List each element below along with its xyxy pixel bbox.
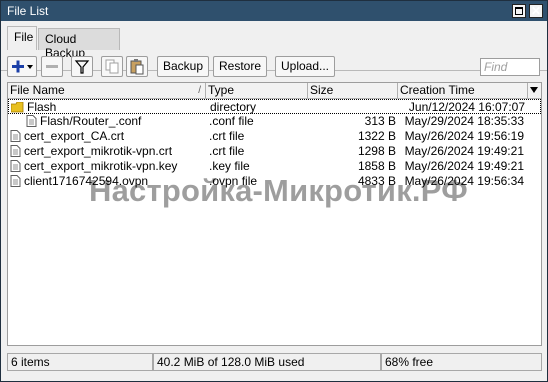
column-header-file-name-label: File Name <box>10 83 65 97</box>
cell-type: directory <box>210 100 257 114</box>
cell-file-name: client1716742594.ovpn <box>10 174 206 189</box>
window-title: File List <box>7 4 49 18</box>
column-header-type[interactable]: Type <box>206 83 308 98</box>
cell-file-name: cert_export_mikrotik-vpn.key <box>10 159 206 174</box>
add-button[interactable] <box>7 56 37 77</box>
title-bar[interactable]: File List ✕ <box>1 1 547 21</box>
tab-file[interactable]: File <box>7 26 37 50</box>
file-icon <box>10 160 21 172</box>
file-name: cert_export_mikrotik-vpn.crt <box>24 144 173 158</box>
tab-bar: File Cloud Backup <box>1 21 547 71</box>
file-name: Flash <box>27 100 57 114</box>
sort-indicator: / <box>198 85 201 96</box>
cell-size: 1298 B <box>357 144 396 158</box>
file-icon <box>26 115 37 127</box>
column-header-file-name[interactable]: File Name / <box>8 83 206 98</box>
table-row[interactable]: client1716742594.ovpn .ovpn file 4833 B … <box>8 174 541 189</box>
cell-type: .conf file <box>209 114 254 128</box>
file-icon <box>10 175 21 187</box>
minus-icon <box>46 65 58 68</box>
paste-icon <box>130 59 144 75</box>
cell-file-name: Flash/Router_.conf <box>10 114 206 129</box>
close-icon: ✕ <box>530 4 542 18</box>
chevron-down-icon <box>530 87 538 93</box>
cell-creation-time: May/26/2024 19:56:34 <box>404 174 524 188</box>
cell-size: 4833 B <box>357 174 396 188</box>
cell-size: 1858 B <box>357 159 396 173</box>
plus-icon <box>12 60 33 73</box>
copy-button[interactable] <box>101 56 123 77</box>
table-row[interactable]: cert_export_CA.crt .crt file 1322 B May/… <box>8 129 541 144</box>
filter-icon <box>74 60 90 74</box>
restore-button[interactable]: Restore <box>213 56 267 77</box>
file-name: cert_export_CA.crt <box>24 129 125 143</box>
cell-size <box>309 100 397 115</box>
file-icon <box>10 130 21 142</box>
cell-file-name: cert_export_CA.crt <box>10 129 206 144</box>
file-name: cert_export_mikrotik-vpn.key <box>24 159 178 173</box>
cell-file-name: cert_export_mikrotik-vpn.crt <box>10 144 206 159</box>
folder-icon <box>11 102 24 113</box>
copy-icon <box>105 59 119 74</box>
file-list-window: File List ✕ File Cloud Backup Backup Res… <box>0 0 548 382</box>
filter-button[interactable] <box>71 56 93 77</box>
status-disk-used: 40.2 MiB of 128.0 MiB used <box>153 353 381 371</box>
cell-file-name: Flash <box>11 100 207 115</box>
remove-button[interactable] <box>41 56 63 77</box>
toolbar: Backup Restore Upload... <box>1 51 547 81</box>
table-row[interactable]: cert_export_mikrotik-vpn.key .key file 1… <box>8 159 541 174</box>
cell-size: 1322 B <box>357 129 396 143</box>
cell-size: 313 B <box>364 114 396 128</box>
column-header-creation-time[interactable]: Creation Time <box>398 83 528 98</box>
cell-type: .key file <box>209 159 250 173</box>
table-row[interactable]: Flash directory Jun/12/2024 16:07:07 <box>8 99 541 114</box>
cell-type: .crt file <box>209 129 245 143</box>
find-input[interactable] <box>480 58 540 76</box>
cell-creation-time: May/26/2024 19:56:19 <box>404 129 524 143</box>
close-window-button[interactable]: ✕ <box>529 4 543 18</box>
cell-creation-time: May/26/2024 19:49:21 <box>404 144 524 158</box>
cell-creation-time: May/26/2024 19:49:21 <box>404 159 524 173</box>
status-disk-free: 68% free <box>381 353 542 371</box>
restore-window-button[interactable] <box>512 4 526 18</box>
cell-type: .crt file <box>209 144 245 158</box>
status-bar: 6 items 40.2 MiB of 128.0 MiB used 68% f… <box>7 353 542 371</box>
upload-button[interactable]: Upload... <box>275 56 335 77</box>
status-item-count: 6 items <box>7 353 153 371</box>
cell-type: .ovpn file <box>209 174 258 188</box>
table-header: File Name / Type Size Creation Time <box>8 83 541 99</box>
restore-icon <box>515 7 523 15</box>
table-row[interactable]: cert_export_mikrotik-vpn.crt .crt file 1… <box>8 144 541 159</box>
tab-cloud-backup[interactable]: Cloud Backup <box>38 28 120 60</box>
paste-button[interactable] <box>126 56 148 77</box>
column-menu-button[interactable] <box>528 83 541 98</box>
cell-creation-time: May/29/2024 18:35:33 <box>404 114 524 128</box>
file-table[interactable]: File Name / Type Size Creation Time Flas… <box>7 82 542 346</box>
cell-creation-time: Jun/12/2024 16:07:07 <box>408 100 525 114</box>
table-row[interactable]: Flash/Router_.conf .conf file 313 B May/… <box>8 114 541 129</box>
backup-button[interactable]: Backup <box>157 56 209 77</box>
file-icon <box>10 145 21 157</box>
file-name: client1716742594.ovpn <box>24 174 149 188</box>
file-name: Flash/Router_.conf <box>40 114 142 128</box>
column-header-size[interactable]: Size <box>308 83 398 98</box>
